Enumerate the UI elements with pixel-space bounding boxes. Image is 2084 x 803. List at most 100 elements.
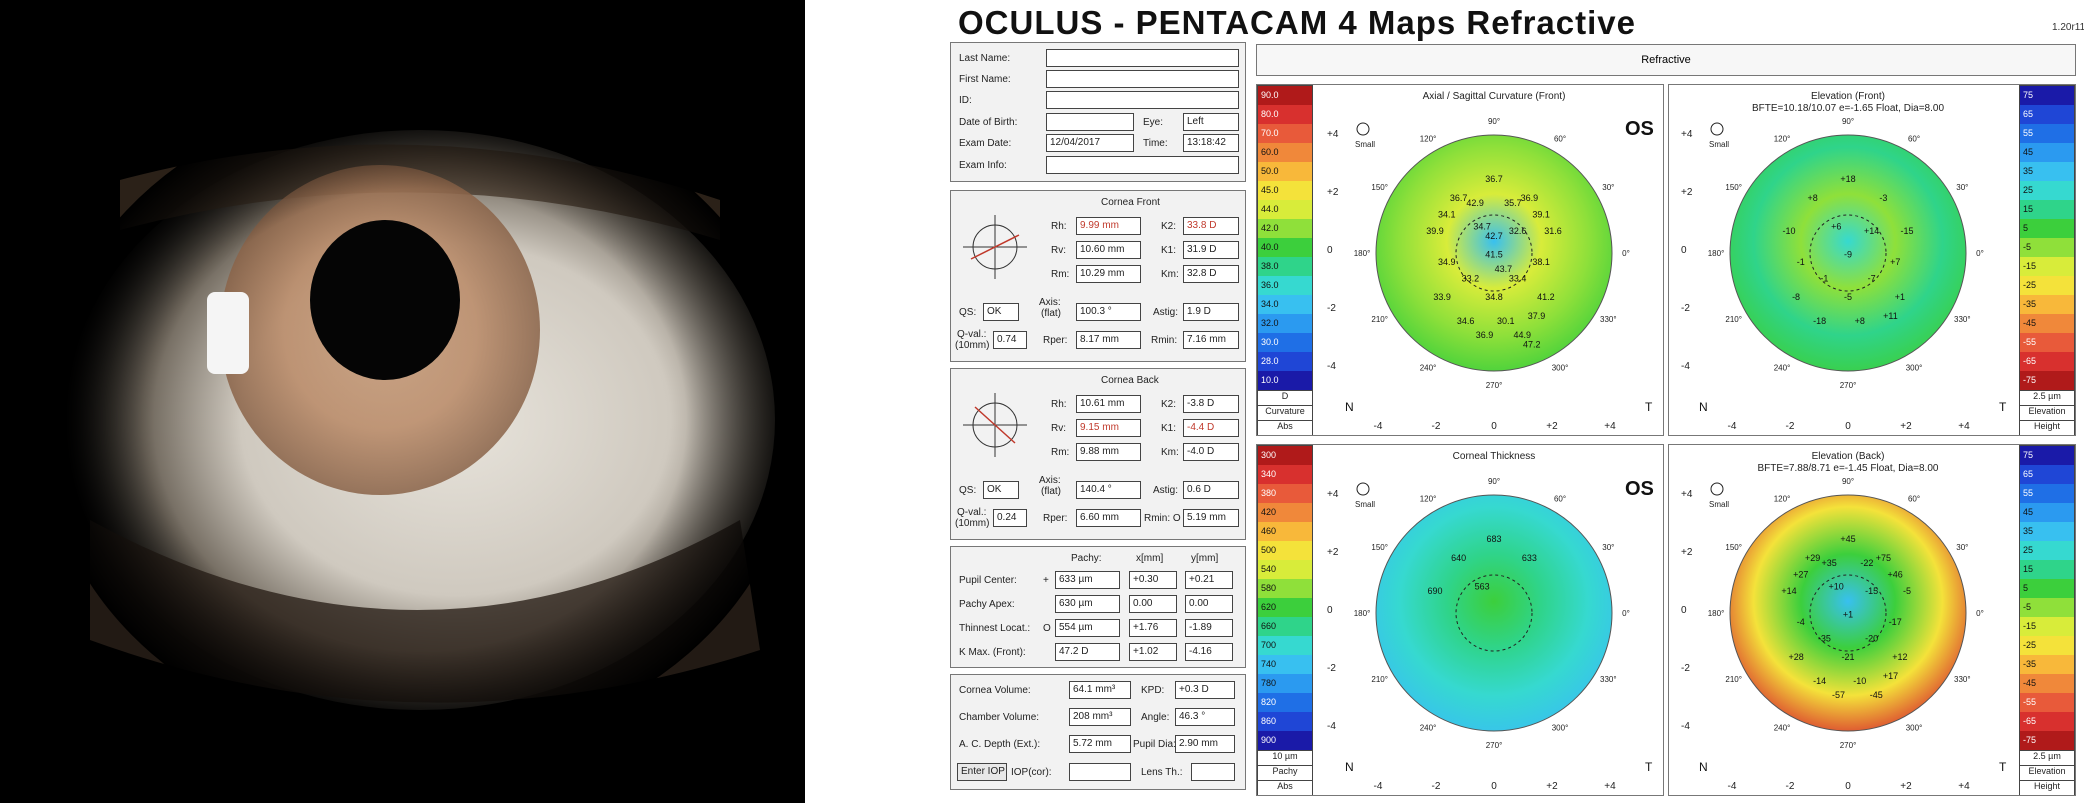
- y-tick-label: +4: [1681, 489, 1693, 500]
- color-scale-pachy: 300 340 380 420 460 500 540 580 620 660 700 740 780 8…: [1257, 445, 1313, 795]
- map-value: -1: [1820, 273, 1828, 283]
- y-tick-label: -4: [1681, 721, 1690, 732]
- map-value: 39.9: [1426, 226, 1444, 236]
- eye-side-label: OS: [1625, 478, 1654, 500]
- scale-footer: Height: [2020, 780, 2074, 795]
- scale-cell: 65: [2020, 465, 2074, 484]
- scale-cell: 36.0: [1258, 276, 1312, 295]
- map-value: +28: [1788, 652, 1803, 662]
- angle-label: 30°: [1602, 543, 1614, 552]
- angle-label: 60°: [1554, 495, 1566, 504]
- angle-label: 90°: [1842, 477, 1854, 486]
- angle-label: 330°: [1600, 315, 1617, 324]
- eye-image: [0, 0, 805, 803]
- scale-cell: 28.0: [1258, 352, 1312, 371]
- map-value: 34.6: [1457, 316, 1475, 326]
- temporal-label: T: [1999, 760, 2007, 774]
- y-tick-label: -2: [1327, 303, 1336, 314]
- angle-label: 120°: [1420, 135, 1437, 144]
- scale-cell: -65: [2020, 712, 2074, 731]
- map-window-elev-front: 75 65 55 45 35 25 15 5 -5 -15 -25 -35 -45 -55 -65 -75 2.…: [1668, 84, 2076, 436]
- scale-cell: 35: [2020, 522, 2074, 541]
- map-value: 38.1: [1532, 257, 1550, 267]
- x-tick-label: -2: [1432, 781, 1441, 792]
- map-value: 41.2: [1537, 292, 1555, 302]
- map-value: -7: [1868, 273, 1876, 283]
- x-tick-label: +4: [1604, 421, 1616, 432]
- scale-cell: 5: [2020, 219, 2074, 238]
- angle-label: 150°: [1725, 183, 1742, 192]
- angle-label: 150°: [1371, 543, 1388, 552]
- scale-footer: Elevation: [2020, 405, 2074, 420]
- map-subtitle: BFTE=10.18/10.07 e=-1.65 Float, Dia=8.00: [1752, 103, 1945, 114]
- angle-label: 60°: [1554, 135, 1566, 144]
- scale-cell: -55: [2020, 693, 2074, 712]
- scale-cell: 44.0: [1258, 200, 1312, 219]
- map-window-axial: 90.0 80.0 70.0 60.0 50.0 45.0 44.0 42.0 40.0 38.0…: [1256, 84, 1664, 436]
- angle-label: 240°: [1774, 363, 1791, 372]
- temporal-label: T: [1999, 400, 2007, 414]
- map-value: +14: [1781, 586, 1796, 596]
- color-scale-curvature: 90.0 80.0 70.0 60.0 50.0 45.0 44.0 42.0 40.0 38.0…: [1257, 85, 1313, 435]
- map-value: -35: [1818, 633, 1831, 643]
- scale-cell: 15: [2020, 560, 2074, 579]
- map-value: +8: [1855, 316, 1865, 326]
- angle-label: 90°: [1842, 117, 1854, 126]
- y-tick-label: +2: [1681, 187, 1693, 198]
- scale-cell: -5: [2020, 598, 2074, 617]
- angle-label: 180°: [1708, 249, 1725, 258]
- map-value: -10: [1782, 226, 1795, 236]
- angle-label: 120°: [1774, 135, 1791, 144]
- x-tick-label: -2: [1786, 781, 1795, 792]
- map-value: -9: [1844, 250, 1852, 260]
- cornea-map-disk: [1375, 494, 1613, 732]
- map-value: 33.4: [1509, 273, 1527, 283]
- x-tick-label: 0: [1845, 781, 1851, 792]
- scale-cell: 15: [2020, 200, 2074, 219]
- scale-cell: 780: [1258, 674, 1312, 693]
- angle-label: 90°: [1488, 117, 1500, 126]
- map-title: Elevation (Back): [1812, 451, 1885, 462]
- map-value: -22: [1860, 558, 1873, 568]
- angle-label: 30°: [1956, 183, 1968, 192]
- map-window-thickness: 300 340 380 420 460 500 540 580 620 660 700 740 780 8…: [1256, 444, 1664, 796]
- scale-footer: 2.5 µm: [2020, 390, 2074, 405]
- angle-label: 0°: [1976, 249, 1984, 258]
- y-tick-label: -4: [1681, 361, 1690, 372]
- y-tick-label: 0: [1327, 605, 1333, 616]
- scale-cell: 660: [1258, 617, 1312, 636]
- map-value: +11: [1883, 311, 1898, 321]
- y-tick-label: +4: [1327, 489, 1339, 500]
- map-window-elev-back: 75 65 55 45 35 25 15 5 -5 -15 -25 -35 -45 -55 -65 -75 2.…: [1668, 444, 2076, 796]
- map-value: 36.9: [1476, 330, 1494, 340]
- angle-label: 60°: [1908, 135, 1920, 144]
- y-tick-label: +2: [1327, 547, 1339, 558]
- map-value: 39.1: [1532, 210, 1550, 220]
- angle-label: 150°: [1371, 183, 1388, 192]
- scale-cell: -75: [2020, 731, 2074, 750]
- scale-cell: 820: [1258, 693, 1312, 712]
- map-value: +1: [1895, 292, 1905, 302]
- angle-label: 30°: [1602, 183, 1614, 192]
- angle-label: 120°: [1420, 495, 1437, 504]
- scale-cell: -15: [2020, 257, 2074, 276]
- scale-cell: -45: [2020, 314, 2074, 333]
- topography-map: Elevation (Back)BFTE=7.88/8.71 e=-1.45 F…: [1681, 451, 2007, 792]
- map-value: -18: [1813, 316, 1826, 326]
- map-value: 34.1: [1438, 210, 1456, 220]
- map-value: -5: [1903, 586, 1911, 596]
- map-value: 31.6: [1544, 226, 1562, 236]
- map-value: 30.1: [1497, 316, 1515, 326]
- map-value: -45: [1870, 690, 1883, 700]
- scale-cell: 45: [2020, 503, 2074, 522]
- map-value: -14: [1813, 676, 1826, 686]
- scale-footer: D: [1258, 390, 1312, 405]
- y-tick-label: 0: [1327, 245, 1333, 256]
- temporal-label: T: [1645, 400, 1653, 414]
- x-tick-label: 0: [1845, 421, 1851, 432]
- zoom-icon: [1710, 122, 1724, 136]
- map-value: -21: [1841, 652, 1854, 662]
- y-tick-label: -2: [1327, 663, 1336, 674]
- map-value: -57: [1832, 690, 1845, 700]
- map-value: -17: [1889, 617, 1902, 627]
